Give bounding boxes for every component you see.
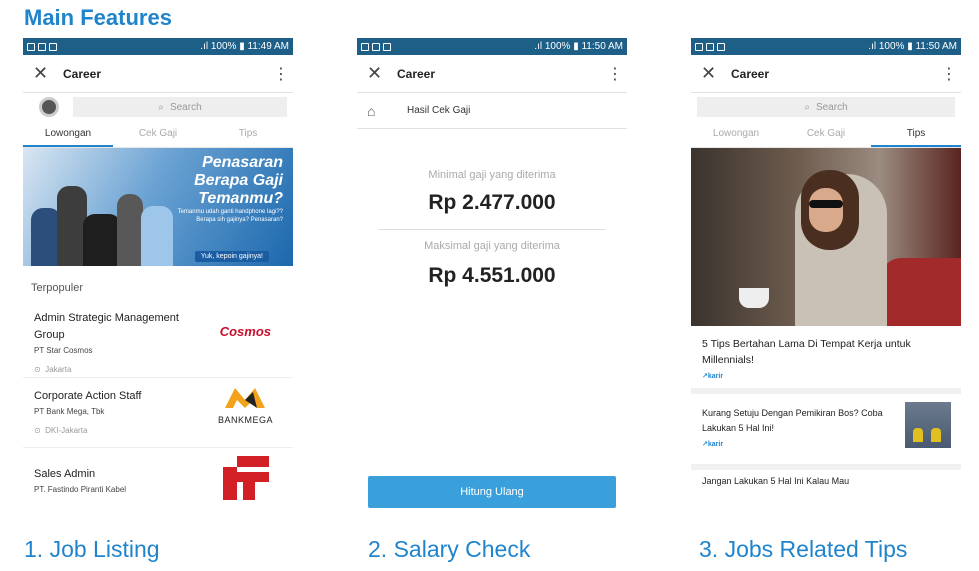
article-title: 5 Tips Bertahan Lama Di Tempat Kerja unt… bbox=[702, 338, 911, 366]
job-title: Admin Strategic Management Group bbox=[34, 312, 179, 341]
status-text: .ıl 100% ▮ 11:49 AM bbox=[198, 41, 289, 52]
max-salary-value: Rp 4.551.000 bbox=[428, 264, 556, 287]
job-company: PT Star Cosmos bbox=[34, 346, 93, 355]
status-text: .ıl 100% ▮ 11:50 AM bbox=[532, 41, 623, 52]
max-salary-label: Maksimal gaji yang diterima bbox=[424, 240, 560, 252]
salary-check-screen: .ıl 100% ▮ 11:50 AM ✕ Career ⋮ ⌂ Hasil C… bbox=[357, 38, 627, 522]
article-item[interactable]: 5 Tips Bertahan Lama Di Tempat Kerja unt… bbox=[691, 326, 961, 394]
section-label: Terpopuler bbox=[31, 282, 83, 294]
min-salary-value: Rp 2.477.000 bbox=[428, 191, 556, 214]
page-title: Main Features bbox=[24, 5, 172, 30]
status-bar: .ıl 100% ▮ 11:50 AM bbox=[691, 38, 961, 55]
tab-tips[interactable]: Tips bbox=[871, 121, 961, 147]
caption-jobs-tips: 3. Jobs Related Tips bbox=[699, 536, 908, 562]
job-list-item[interactable]: Corporate Action Staff PT Bank Mega, Tbk… bbox=[23, 378, 293, 448]
tab-bar: Lowongan Cek Gaji Tips bbox=[691, 121, 961, 148]
notification-icons bbox=[695, 42, 725, 51]
caption-job-listing: 1. Job Listing bbox=[24, 536, 160, 562]
tab-lowongan[interactable]: Lowongan bbox=[23, 121, 113, 147]
app-bar: ✕ Career ⋮ bbox=[357, 55, 627, 93]
banner-subtext: Temanmu udah ganti handphone lagi?? Bera… bbox=[177, 209, 283, 223]
search-placeholder: Search bbox=[169, 101, 202, 113]
search-placeholder: Search bbox=[815, 101, 848, 113]
banner-cta[interactable]: Yuk, kepoin gajinya! bbox=[194, 251, 269, 262]
notification-icons bbox=[361, 42, 391, 51]
banner-headline: Penasaran Berapa Gaji Temanmu? bbox=[194, 154, 283, 207]
article-source: ↗karir bbox=[702, 373, 724, 380]
more-vert-icon[interactable]: ⋮ bbox=[607, 64, 623, 84]
job-title: Corporate Action Staff bbox=[34, 390, 142, 402]
search-icon: ⌕ bbox=[158, 101, 164, 113]
app-bar: ✕ Career ⋮ bbox=[23, 55, 293, 93]
app-title: Career bbox=[731, 66, 770, 81]
job-location: ⊙ DKI-Jakarta bbox=[34, 426, 88, 435]
close-icon[interactable]: ✕ bbox=[367, 63, 397, 84]
min-salary-label: Minimal gaji yang diterima bbox=[428, 169, 556, 181]
article-item[interactable]: Kurang Setuju Dengan Pemikiran Bos? Coba… bbox=[691, 394, 961, 470]
article-thumbnail bbox=[905, 402, 951, 448]
avatar[interactable] bbox=[39, 97, 59, 117]
search-input[interactable]: ⌕ Search bbox=[73, 97, 287, 117]
search-icon: ⌕ bbox=[804, 101, 810, 113]
status-text: .ıl 100% ▮ 11:50 AM bbox=[866, 41, 957, 52]
location-pin-icon: ⊙ bbox=[34, 365, 41, 374]
more-vert-icon[interactable]: ⋮ bbox=[273, 64, 289, 84]
close-icon[interactable]: ✕ bbox=[701, 63, 731, 84]
job-title: Sales Admin bbox=[34, 468, 96, 480]
job-location: ⊙ Jakarta bbox=[34, 365, 72, 374]
search-row: ⌕ Search bbox=[23, 93, 293, 121]
notification-icons bbox=[27, 42, 57, 51]
search-input[interactable]: ⌕ Search bbox=[697, 97, 955, 117]
tab-cek-gaji[interactable]: Cek Gaji bbox=[781, 121, 871, 147]
breadcrumb-label: Hasil Cek Gaji bbox=[407, 105, 471, 116]
tips-screen: .ıl 100% ▮ 11:50 AM ✕ Career ⋮ ⌕ Search … bbox=[691, 38, 961, 522]
more-vert-icon[interactable]: ⋮ bbox=[941, 64, 957, 84]
article-hero-image[interactable] bbox=[691, 148, 961, 326]
app-bar: ✕ Career ⋮ bbox=[691, 55, 961, 93]
article-item[interactable]: Jangan Lakukan 5 Hal Ini Kalau Mau bbox=[691, 470, 961, 490]
tab-lowongan[interactable]: Lowongan bbox=[691, 121, 781, 147]
article-title: Kurang Setuju Dengan Pemikiran Bos? Coba… bbox=[702, 408, 883, 433]
divider bbox=[379, 229, 605, 230]
fastindo-logo bbox=[223, 456, 269, 505]
home-icon[interactable]: ⌂ bbox=[367, 103, 407, 119]
caption-salary-check: 2. Salary Check bbox=[368, 536, 531, 562]
search-row: ⌕ Search bbox=[691, 93, 961, 121]
job-list-item[interactable]: Admin Strategic Management Group PT Star… bbox=[23, 300, 293, 378]
tab-tips[interactable]: Tips bbox=[203, 121, 293, 147]
tab-bar: Lowongan Cek Gaji Tips bbox=[23, 121, 293, 148]
status-bar: .ıl 100% ▮ 11:49 AM bbox=[23, 38, 293, 55]
app-title: Career bbox=[63, 66, 102, 81]
recalculate-button[interactable]: Hitung Ulang bbox=[368, 476, 616, 508]
status-bar: .ıl 100% ▮ 11:50 AM bbox=[357, 38, 627, 55]
job-listing-screen: .ıl 100% ▮ 11:49 AM ✕ Career ⋮ ⌕ Search … bbox=[23, 38, 293, 522]
app-title: Career bbox=[397, 66, 436, 81]
location-pin-icon: ⊙ bbox=[34, 426, 41, 435]
breadcrumb: ⌂ Hasil Cek Gaji bbox=[357, 93, 627, 129]
banner-people-illustration bbox=[31, 170, 179, 266]
close-icon[interactable]: ✕ bbox=[33, 63, 63, 84]
promo-banner[interactable]: Penasaran Berapa Gaji Temanmu? Temanmu u… bbox=[23, 148, 293, 266]
bank-mega-logo: BANKMEGA bbox=[218, 386, 273, 425]
tab-cek-gaji[interactable]: Cek Gaji bbox=[113, 121, 203, 147]
cosmos-logo: Cosmos bbox=[219, 324, 271, 339]
job-list-item[interactable]: Sales Admin PT. Fastindo Piranti Kabel bbox=[23, 448, 293, 522]
